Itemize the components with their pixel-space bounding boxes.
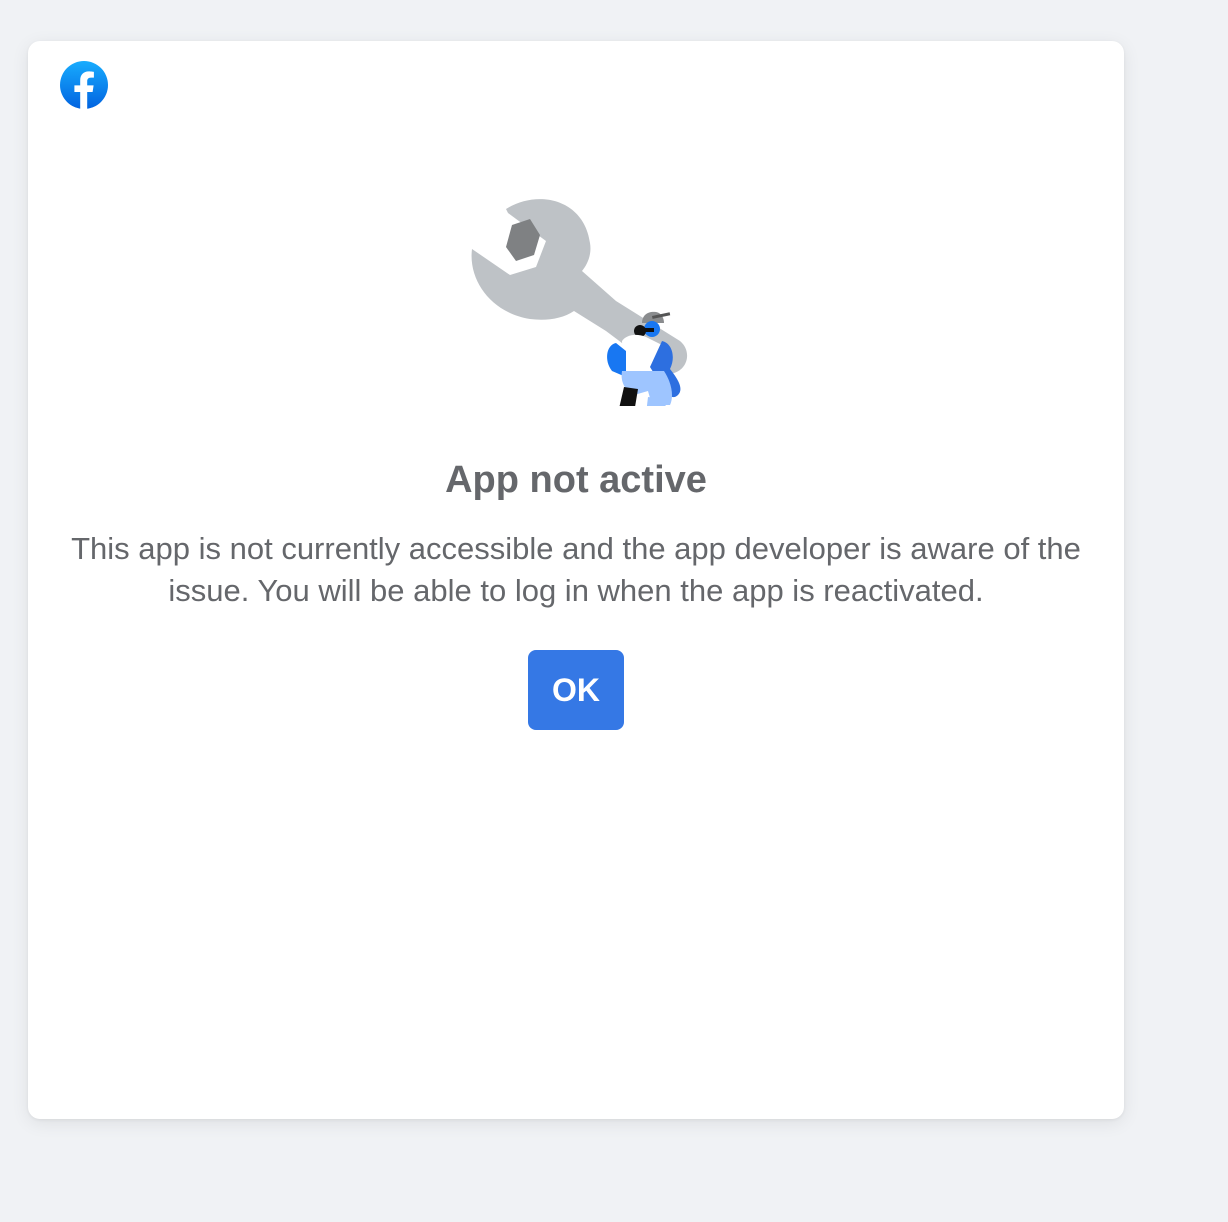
dialog-message: This app is not currently accessible and…	[71, 531, 1081, 608]
ok-button[interactable]: OK	[528, 650, 624, 730]
dialog-title: App not active	[445, 459, 707, 501]
dialog-card: App not active This app is not currently…	[28, 41, 1124, 1119]
wrench-worker-illustration	[466, 191, 696, 440]
facebook-logo-icon	[60, 61, 108, 109]
